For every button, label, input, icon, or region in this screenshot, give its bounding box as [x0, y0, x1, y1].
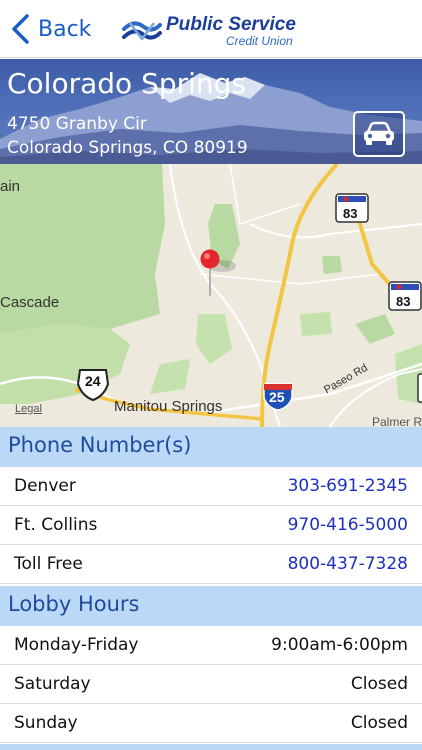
- back-button[interactable]: Back: [8, 12, 91, 46]
- phone-link-denver[interactable]: 303-691-2345: [288, 476, 408, 496]
- hours-row-saturday: Saturday Closed: [0, 665, 422, 704]
- hours-value: Closed: [350, 713, 408, 733]
- map-legal-link[interactable]: Legal: [15, 403, 42, 415]
- phone-row-toll-free: Toll Free 800-437-7328: [0, 545, 422, 584]
- branch-map[interactable]: ain Cascade Manitou Springs Legal Paseo …: [0, 164, 422, 427]
- branch-address-line2: Colorado Springs, CO 80919: [7, 138, 248, 158]
- directions-button[interactable]: [353, 111, 405, 157]
- phone-link-ft-collins[interactable]: 970-416-5000: [288, 515, 408, 535]
- branch-address-line1: 4750 Granby Cir: [7, 114, 147, 134]
- map-label-palmer: Palmer R: [372, 415, 422, 427]
- hours-row-weekdays: Monday-Friday 9:00am-6:00pm: [0, 626, 422, 665]
- phone-row-ft-collins: Ft. Collins 970-416-5000: [0, 506, 422, 545]
- branch-header: Colorado Springs 4750 Granby Cir Colorad…: [0, 59, 422, 164]
- hours-day-label: Saturday: [14, 674, 91, 694]
- back-label: Back: [38, 16, 92, 42]
- hours-day-label: Monday-Friday: [14, 635, 139, 655]
- map-graphic: [0, 164, 422, 427]
- logo-name: Public Service: [166, 14, 296, 35]
- credit-union-logo: Public Service Credit Union: [122, 14, 312, 48]
- phone-label: Toll Free: [14, 554, 83, 574]
- phone-row-denver: Denver 303-691-2345: [0, 467, 422, 506]
- next-section-strip: [0, 744, 422, 750]
- phone-section-title: Phone Number(s): [8, 433, 192, 457]
- car-icon: [364, 121, 394, 145]
- i-25-number: 25: [269, 389, 285, 405]
- hours-section-header: Lobby Hours: [0, 586, 422, 626]
- map-label-ain: ain: [0, 178, 21, 195]
- phone-label: Ft. Collins: [14, 515, 98, 535]
- hours-section-title: Lobby Hours: [8, 592, 140, 616]
- map-label-cascade: Cascade: [0, 294, 60, 311]
- hours-day-label: Sunday: [14, 713, 78, 733]
- hours-value: Closed: [350, 674, 408, 694]
- navigation-bar: Back Public Service Credit Union: [0, 0, 422, 58]
- phone-label: Denver: [14, 476, 76, 496]
- hwy-83-right-number: 83: [396, 294, 411, 309]
- phone-section-header: Phone Number(s): [0, 427, 422, 467]
- map-label-manitou-springs: Manitou Springs: [114, 398, 223, 415]
- hwy-83-top-number: 83: [343, 206, 358, 221]
- logo-subtitle: Credit Union: [226, 34, 293, 48]
- hours-value: 9:00am-6:00pm: [271, 635, 408, 655]
- branch-city: Colorado Springs: [7, 67, 247, 100]
- logo-mark-icon: [122, 21, 162, 41]
- hours-row-sunday: Sunday Closed: [0, 704, 422, 743]
- chevron-left-icon: [12, 14, 29, 44]
- phone-link-toll-free[interactable]: 800-437-7328: [288, 554, 408, 574]
- us-24-number: 24: [85, 373, 101, 389]
